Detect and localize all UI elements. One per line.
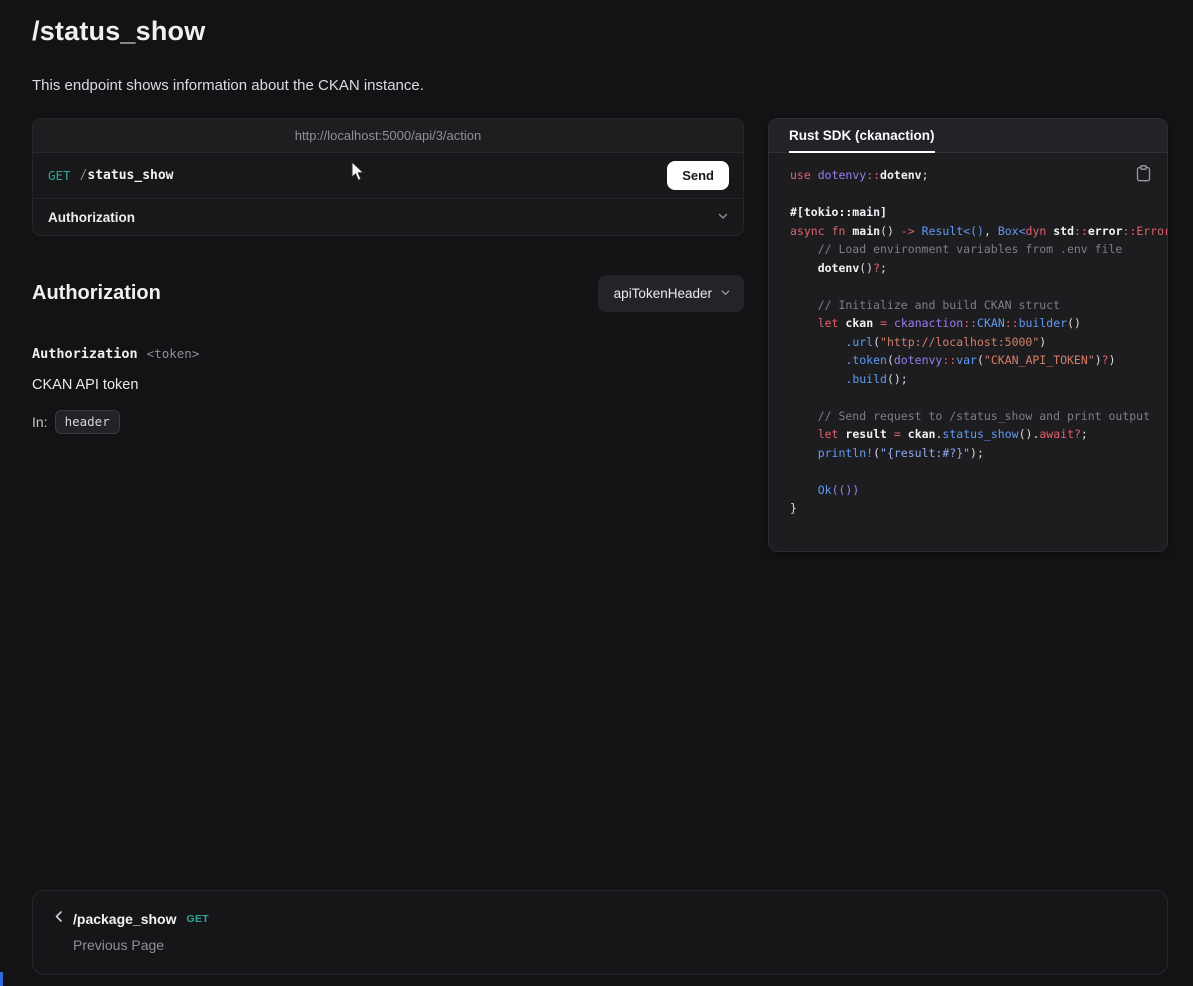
auth-param-location: In: header [32,410,120,434]
auth-scheme-value: apiTokenHeader [614,286,712,301]
previous-page-card[interactable]: /package_show GET Previous Page [32,890,1168,975]
code-content[interactable]: use dotenvy::dotenv;#[tokio::main]async … [790,166,1167,518]
http-method-badge: GET [48,168,71,183]
auth-scheme-select[interactable]: apiTokenHeader [598,275,744,312]
auth-param-type: <token> [147,346,200,361]
previous-page-method-badge: GET [187,913,210,925]
in-value-badge: header [55,410,120,434]
endpoint-description: This endpoint shows information about th… [32,77,424,94]
in-label: In: [32,414,48,430]
auth-param-description: CKAN API token [32,377,138,393]
auth-section-header: Authorization apiTokenHeader [32,275,744,312]
scroll-fragment [0,972,3,986]
code-body: use dotenvy::dotenv;#[tokio::main]async … [769,153,1167,538]
chevron-left-icon [53,910,65,928]
request-card: http://localhost:5000/api/3/action GET /… [32,118,744,236]
endpoint-path: /status_show [80,168,174,183]
send-button[interactable]: Send [667,161,729,190]
auth-param-row: Authorization <token> [32,346,199,362]
previous-page-top: /package_show GET [53,910,1147,928]
copy-to-clipboard-button[interactable] [1134,163,1153,187]
base-url-text: http://localhost:5000/api/3/action [295,128,481,143]
auth-row-label: Authorization [48,210,135,225]
code-panel-header: Rust SDK (ckanaction) [769,119,1167,153]
clipboard-icon [1136,165,1151,182]
code-sample-panel: Rust SDK (ckanaction) use dotenvy::doten… [768,118,1168,552]
code-language-tab[interactable]: Rust SDK (ckanaction) [789,128,935,153]
auth-collapsible-row[interactable]: Authorization [33,198,743,236]
page-title: /status_show [32,16,205,47]
previous-page-label: Previous Page [73,937,1147,953]
auth-section-title: Authorization [32,282,161,305]
request-row: GET /status_show Send [33,153,743,198]
auth-param-name: Authorization [32,346,138,362]
base-url-bar[interactable]: http://localhost:5000/api/3/action [33,119,743,153]
chevron-down-icon [720,286,731,301]
previous-page-title: /package_show [73,911,177,927]
chevron-down-icon [717,210,729,225]
path-segment: status_show [87,168,173,183]
